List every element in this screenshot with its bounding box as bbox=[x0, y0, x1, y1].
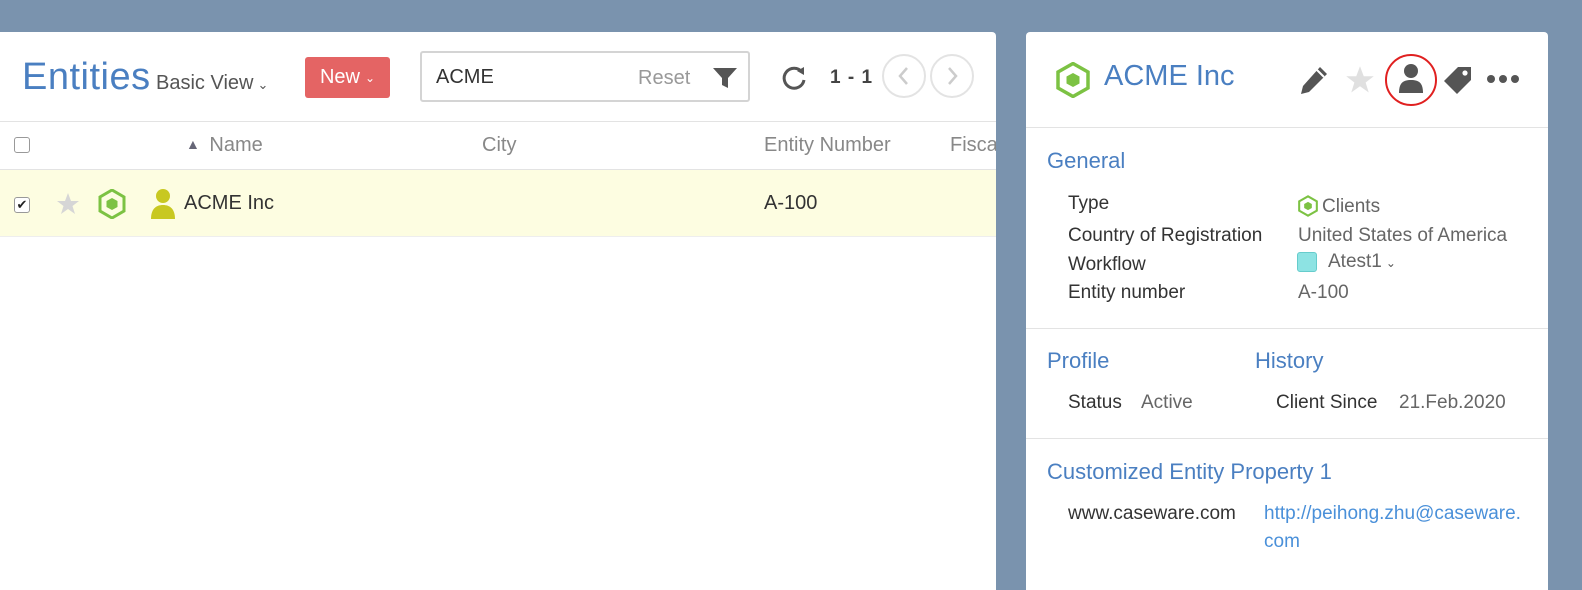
entity-number-value: A-100 bbox=[1298, 282, 1349, 303]
person-icon bbox=[1399, 64, 1423, 93]
column-header-name-label: Name bbox=[209, 134, 263, 156]
workflow-dropdown[interactable]: Atest1 ⌄ bbox=[1328, 251, 1396, 273]
status-value: Active bbox=[1141, 392, 1193, 413]
view-selector[interactable]: Basic View ⌄ bbox=[156, 72, 268, 95]
new-button-label: New bbox=[319, 66, 360, 88]
client-since-label: Client Since bbox=[1276, 392, 1378, 413]
general-section-title[interactable]: General bbox=[1047, 148, 1125, 174]
detail-header: ACME Inc bbox=[1026, 32, 1548, 128]
chevron-down-icon: ⌄ bbox=[257, 77, 269, 92]
workflow-value: Atest1 bbox=[1328, 251, 1382, 272]
chevron-down-icon: ⌄ bbox=[364, 70, 376, 85]
sort-ascending-icon: ▲ bbox=[186, 136, 200, 152]
workflow-label: Workflow bbox=[1068, 254, 1146, 275]
select-all-checkbox[interactable] bbox=[14, 137, 30, 153]
chevron-left-icon bbox=[898, 67, 908, 85]
star-icon[interactable] bbox=[1345, 65, 1375, 95]
pager-range: 1 - 1 bbox=[830, 67, 874, 88]
type-value: Clients bbox=[1322, 196, 1381, 217]
hexagon-icon bbox=[1298, 195, 1318, 217]
entities-list-panel: Entities Basic View⌄ New⌄ Reset 1 - 1 bbox=[0, 32, 996, 590]
chevron-right-icon bbox=[948, 67, 958, 85]
column-header-city[interactable]: City bbox=[482, 134, 516, 157]
search-input[interactable] bbox=[436, 63, 626, 91]
row-checkbox[interactable]: ✔ bbox=[14, 197, 30, 213]
new-button[interactable]: New ⌄ bbox=[305, 57, 390, 98]
tag-icon[interactable] bbox=[1442, 64, 1474, 96]
detail-title: ACME Inc bbox=[1104, 60, 1235, 92]
custom-property-link[interactable]: http://peihong.zhu@caseware.com bbox=[1264, 500, 1522, 556]
hexagon-icon bbox=[98, 189, 126, 219]
chevron-down-icon: ⌄ bbox=[1385, 256, 1396, 270]
history-section-title[interactable]: History bbox=[1255, 348, 1323, 374]
hexagon-icon bbox=[1056, 62, 1090, 98]
entity-number-label: Entity number bbox=[1068, 282, 1186, 303]
client-person-button[interactable] bbox=[1383, 52, 1439, 108]
more-icon[interactable] bbox=[1486, 72, 1520, 86]
pencil-icon[interactable] bbox=[1298, 64, 1330, 96]
list-toolbar: Entities Basic View⌄ New⌄ Reset 1 - 1 bbox=[0, 32, 996, 122]
row-name[interactable]: ACME Inc bbox=[184, 192, 274, 215]
column-header-name[interactable]: ▲ Name bbox=[186, 134, 263, 157]
filter-icon[interactable] bbox=[712, 66, 738, 90]
custom-section-title[interactable]: Customized Entity Property 1 bbox=[1047, 459, 1332, 485]
custom-property-label: www.caseware.com bbox=[1068, 503, 1236, 524]
view-selector-label: Basic View bbox=[156, 72, 254, 94]
table-row[interactable]: ✔ ACME Inc A-100 bbox=[0, 170, 996, 237]
country-label: Country of Registration bbox=[1068, 225, 1263, 246]
country-value: United States of America bbox=[1298, 225, 1508, 246]
page-title: Entities bbox=[22, 56, 151, 98]
profile-section-title[interactable]: Profile bbox=[1047, 348, 1109, 374]
status-label: Status bbox=[1068, 392, 1122, 413]
divider bbox=[1026, 438, 1548, 439]
star-icon[interactable] bbox=[56, 192, 80, 216]
column-header-fiscal[interactable]: Fisca bbox=[950, 134, 996, 157]
reset-button[interactable]: Reset bbox=[638, 67, 690, 90]
refresh-icon[interactable] bbox=[780, 64, 808, 92]
type-label: Type bbox=[1068, 193, 1110, 214]
next-page-button[interactable] bbox=[930, 54, 974, 98]
workflow-swatch bbox=[1297, 252, 1317, 272]
divider bbox=[1026, 328, 1548, 329]
client-since-value: 21.Feb.2020 bbox=[1399, 392, 1506, 413]
row-entity-number: A-100 bbox=[764, 192, 818, 214]
previous-page-button[interactable] bbox=[882, 54, 926, 98]
table-header: ▲ Name City Entity Number Fisca bbox=[0, 122, 996, 170]
entity-detail-panel: ACME Inc General Type Clients Country of… bbox=[1026, 32, 1548, 590]
person-icon bbox=[151, 189, 175, 219]
column-header-entity-number[interactable]: Entity Number bbox=[764, 134, 891, 157]
search-box: Reset bbox=[420, 51, 750, 102]
